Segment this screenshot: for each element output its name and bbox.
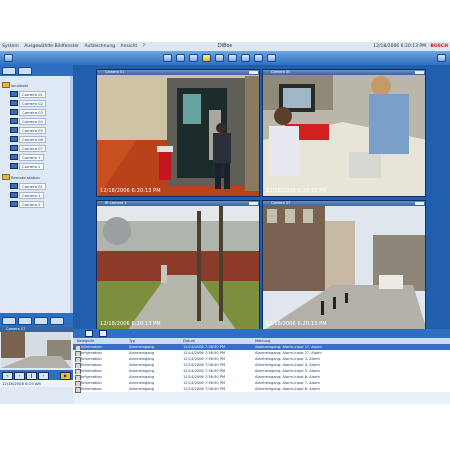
server-icon [2,174,10,180]
alarm-list: Kategorie Typ Datum Meldung Information … [73,338,450,404]
window-controls[interactable] [415,71,424,74]
camera-07-image [263,201,425,329]
tree-item-camera[interactable]: Camera 2 [10,200,44,208]
camera-header: Camera 05 [263,70,425,75]
camera-icon [10,100,18,106]
tree-item-camera[interactable]: Camera 01 [10,182,46,190]
tree-item-camera[interactable]: Camera 1 [10,153,44,161]
export-icon[interactable] [267,54,276,62]
menu-recording[interactable]: Aufzeichnung [82,42,117,51]
settings-icon[interactable] [437,54,446,62]
record-icon[interactable] [241,54,250,62]
tree-tabs [0,65,73,76]
camera-icon [10,118,18,124]
alarm-row[interactable]: Information Alarmeingang 12/14/2006 7:56… [73,386,450,393]
video-grid: Camera 01 12/18/2006 6:20:13 PM Camera 0… [96,69,426,350]
window-controls[interactable] [249,202,258,205]
tree-item-camera[interactable]: Camera 01 [10,90,46,98]
camera-icon [10,136,18,142]
clear-icon[interactable] [99,330,107,337]
alarm-icon[interactable] [228,54,237,62]
bosch-logo: BOSCH [430,44,448,49]
camera-view-05[interactable]: Camera 05 12/18/2006 6:20:13 PM [262,69,426,197]
camera-icon [10,127,18,133]
menu-system[interactable]: System [0,42,21,51]
dibos-window: System Ausgewählte Bildfenster Aufzeichn… [0,42,450,404]
preview-thumbnail[interactable] [1,332,71,368]
camera-icon[interactable] [215,54,224,62]
camera-header: Camera 01 [97,70,259,75]
camera-header: IR Camera 1 [97,201,259,206]
play-icon[interactable]: ▶ [60,372,71,380]
camera-icon [10,183,18,189]
tab-live[interactable] [2,317,16,325]
playback-icon[interactable] [254,54,263,62]
window-controls[interactable] [415,202,424,205]
tab-playback[interactable] [18,317,32,325]
camera-icon [10,163,18,169]
pause-icon[interactable]: ‖ [26,372,37,380]
acknowledge-icon[interactable] [85,330,93,337]
camera-icon [10,192,18,198]
camera-timestamp: 12/18/2006 6:20:13 PM [266,188,327,194]
tree-item-camera[interactable]: Camera 05 [10,126,46,134]
camera-view-07[interactable]: Camera 07 12/18/2006 6:20:13 PM [262,200,426,330]
camera-timestamp: 12/18/2006 6:20:13 PM [266,321,327,327]
tree-item-camera[interactable]: Camera 1 [10,191,44,199]
step-forward-icon[interactable]: › [38,372,49,380]
tab-favorites[interactable] [18,67,32,75]
server-icon [2,82,10,88]
menu-help[interactable]: ? [141,42,147,51]
camera-timestamp: 12/18/2006 6:20:13 PM [100,321,161,327]
playback-controls: « ‹ ‖ › ▶ [0,370,73,380]
menu-selected-windows[interactable]: Ausgewählte Bildfenster [22,42,81,51]
toolbar [0,51,450,65]
menu-bar: System Ausgewählte Bildfenster Aufzeichn… [0,42,450,51]
tree-scrollbar[interactable] [70,76,73,313]
preview-image [1,332,71,368]
step-back-icon[interactable]: ‹ [14,372,25,380]
preview-tabs [0,313,73,327]
camera-view-ir-1[interactable]: IR Camera 1 12/18/2006 6:20:13 PM [96,200,260,330]
camera-icon [10,154,18,160]
menu-view[interactable]: Ansicht [119,42,140,51]
camera-view-01[interactable]: Camera 01 12/18/2006 6:20:13 PM [96,69,260,197]
alarm-toolbar [73,329,450,338]
camera-header: Camera 07 [263,201,425,206]
grid-1-icon[interactable] [163,54,172,62]
tree-item-remote-station[interactable]: Remote station [2,174,40,180]
camera-icon [10,145,18,151]
layout-highlight-icon[interactable] [202,54,211,62]
device-tree-panel: localhost Camera 01 Camera 02 Camera 03 … [0,65,73,313]
app-menu-icon[interactable] [4,54,13,62]
camera-icon [10,201,18,207]
clock: 12/18/2006 6:20:13 PM [373,44,426,49]
tree-item-camera[interactable]: Camera 02 [10,99,46,107]
tab-search[interactable] [34,317,48,325]
preview-panel: Camera 07 « ‹ ‖ › ▶ 12/18/2006 6:19 AM [0,313,73,404]
camera-icon [10,109,18,115]
camera-01-image [97,70,259,196]
tree-item-camera[interactable]: Camera 07 [10,144,46,152]
camera-05-image [263,70,425,196]
window-controls[interactable] [249,71,258,74]
tab-devices[interactable] [2,67,16,75]
rewind-icon[interactable]: « [2,372,13,380]
ir-camera-1-image [97,201,259,329]
grid-9-icon[interactable] [189,54,198,62]
tree-item-camera[interactable]: Camera 03 [10,108,46,116]
tree-item-localhost[interactable]: localhost [2,82,28,88]
camera-icon [10,91,18,97]
tree-item-camera[interactable]: Camera 04 [10,117,46,125]
tree-item-camera[interactable]: Camera 2 [10,162,44,170]
camera-timestamp: 12/18/2006 6:20:13 PM [100,188,161,194]
grid-4-icon[interactable] [176,54,185,62]
tree-item-camera[interactable]: Camera 06 [10,135,46,143]
tab-alarm[interactable] [50,317,64,325]
playback-time: 12/18/2006 6:19 AM [0,380,73,387]
